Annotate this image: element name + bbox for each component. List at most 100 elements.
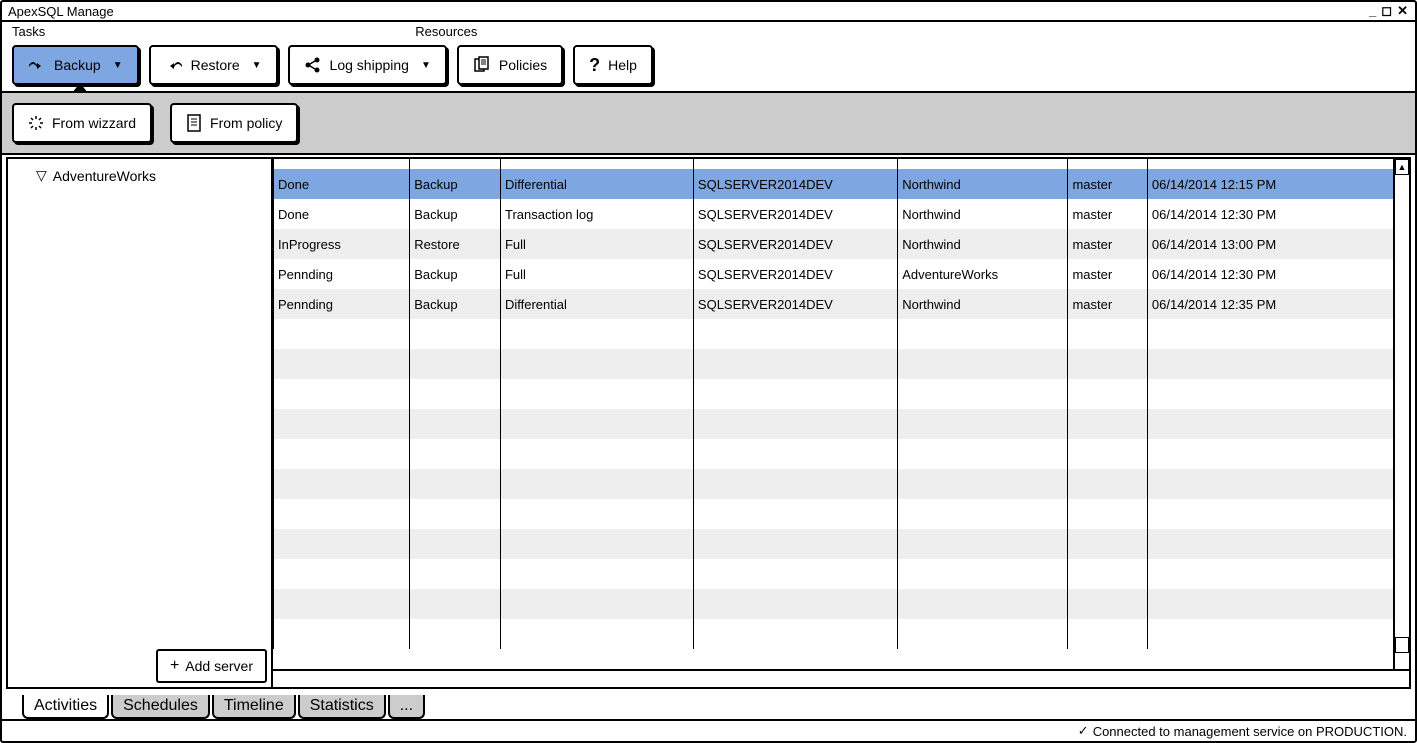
tab-timeline[interactable]: Timeline	[212, 695, 296, 719]
cell: Backup	[410, 169, 501, 199]
column-header[interactable]	[410, 159, 501, 169]
cell: Northwind	[898, 289, 1068, 319]
cell: Done	[274, 199, 410, 229]
maximize-button[interactable]: ◻	[1381, 3, 1393, 19]
log-shipping-label: Log shipping	[330, 57, 409, 73]
cell: 06/14/2014 12:15 PM	[1147, 169, 1408, 199]
minimize-button[interactable]: _	[1369, 3, 1377, 19]
add-server-button[interactable]: + Add server	[156, 649, 267, 683]
restore-button[interactable]: Restore ▼	[149, 45, 278, 85]
sub-ribbon: From wizzard From policy	[2, 91, 1415, 155]
tree-item-adventureworks[interactable]: ▽ AdventureWorks	[16, 165, 263, 186]
scroll-thumb[interactable]	[1395, 637, 1409, 653]
cell: SQLSERVER2014DEV	[693, 199, 897, 229]
cell: Differential	[500, 169, 693, 199]
log-shipping-button[interactable]: Log shipping ▼	[288, 45, 447, 85]
table-row-empty	[274, 469, 1409, 499]
cell: Backup	[410, 199, 501, 229]
table-row-empty	[274, 379, 1409, 409]
table-row-empty	[274, 439, 1409, 469]
column-header[interactable]	[1147, 159, 1408, 169]
table-row-empty	[274, 409, 1409, 439]
tab-activities[interactable]: Activities	[22, 695, 109, 719]
scroll-up-icon[interactable]: ▲	[1395, 159, 1409, 175]
documents-icon	[473, 56, 491, 74]
cell: Northwind	[898, 169, 1068, 199]
horizontal-scrollbar[interactable]	[273, 669, 1409, 687]
cell: SQLSERVER2014DEV	[693, 229, 897, 259]
plus-icon: +	[170, 657, 179, 675]
cell: Transaction log	[500, 199, 693, 229]
cell: 06/14/2014 12:35 PM	[1147, 289, 1408, 319]
cell: master	[1068, 259, 1147, 289]
backup-button[interactable]: Backup ▼	[12, 45, 139, 85]
close-button[interactable]: ✕	[1397, 3, 1409, 19]
table-row[interactable]: DoneBackupDifferentialSQLSERVER2014DEVNo…	[274, 169, 1409, 199]
status-text: Connected to management service on PRODU…	[1093, 724, 1407, 739]
table-row-empty	[274, 559, 1409, 589]
tab-statistics[interactable]: Statistics	[298, 695, 386, 719]
table-row-empty	[274, 529, 1409, 559]
cell: Pennding	[274, 259, 410, 289]
help-button[interactable]: ? Help	[573, 45, 653, 85]
dropdown-caret-icon: ▼	[113, 60, 123, 71]
help-icon: ?	[589, 55, 600, 76]
column-header[interactable]	[898, 159, 1068, 169]
table-row-empty	[274, 349, 1409, 379]
restore-icon	[165, 58, 183, 72]
column-header[interactable]	[274, 159, 410, 169]
table-row[interactable]: DoneBackupTransaction logSQLSERVER2014DE…	[274, 199, 1409, 229]
restore-label: Restore	[191, 57, 240, 73]
titlebar: ApexSQL Manage _ ◻ ✕	[2, 2, 1415, 22]
vertical-scrollbar[interactable]: ▲	[1393, 159, 1409, 669]
from-wizard-label: From wizzard	[52, 115, 136, 131]
dropdown-caret-icon: ▼	[252, 60, 262, 71]
expand-caret-icon[interactable]: ▽	[36, 167, 47, 184]
tree-view[interactable]: ▽ AdventureWorks	[8, 159, 271, 645]
add-server-label: Add server	[185, 658, 253, 674]
ribbon-group-labels: Tasks Resources	[2, 22, 1415, 39]
help-label: Help	[608, 57, 637, 73]
table-row[interactable]: InProgressRestoreFullSQLSERVER2014DEVNor…	[274, 229, 1409, 259]
data-grid[interactable]: DoneBackupDifferentialSQLSERVER2014DEVNo…	[273, 159, 1409, 687]
tab-schedules[interactable]: Schedules	[111, 695, 210, 719]
cell: SQLSERVER2014DEV	[693, 289, 897, 319]
cell: SQLSERVER2014DEV	[693, 169, 897, 199]
document-icon	[186, 114, 202, 132]
spinner-icon	[28, 115, 44, 131]
table-row[interactable]: PenndingBackupDifferentialSQLSERVER2014D…	[274, 289, 1409, 319]
cell: Backup	[410, 289, 501, 319]
from-wizard-button[interactable]: From wizzard	[12, 103, 152, 143]
ribbon-label-tasks: Tasks	[12, 24, 45, 39]
share-icon	[304, 57, 322, 73]
status-bar: ✓ Connected to management service on PRO…	[2, 719, 1415, 741]
column-header[interactable]	[500, 159, 693, 169]
from-policy-label: From policy	[210, 115, 282, 131]
from-policy-button[interactable]: From policy	[170, 103, 298, 143]
dropdown-caret-icon: ▼	[421, 60, 431, 71]
window-title: ApexSQL Manage	[8, 4, 114, 19]
policies-button[interactable]: Policies	[457, 45, 563, 85]
cell: Backup	[410, 259, 501, 289]
cell: 06/14/2014 13:00 PM	[1147, 229, 1408, 259]
table-row-empty	[274, 619, 1409, 649]
cell: master	[1068, 289, 1147, 319]
table-row[interactable]: PenndingBackupFullSQLSERVER2014DEVAdvent…	[274, 259, 1409, 289]
grid-table[interactable]: DoneBackupDifferentialSQLSERVER2014DEVNo…	[273, 159, 1409, 649]
cell: Northwind	[898, 229, 1068, 259]
tab-[interactable]: ...	[388, 695, 425, 719]
column-header[interactable]	[1068, 159, 1147, 169]
column-header[interactable]	[693, 159, 897, 169]
cell: 06/14/2014 12:30 PM	[1147, 259, 1408, 289]
backup-label: Backup	[54, 57, 101, 73]
cell: Pennding	[274, 289, 410, 319]
cell: InProgress	[274, 229, 410, 259]
cell: Full	[500, 229, 693, 259]
cell: Northwind	[898, 199, 1068, 229]
cell: master	[1068, 169, 1147, 199]
sidebar: ▽ AdventureWorks + Add server	[8, 159, 273, 687]
cell: Done	[274, 169, 410, 199]
backup-icon	[28, 58, 46, 72]
tree-item-label: AdventureWorks	[53, 168, 156, 184]
content-area: ▽ AdventureWorks + Add server DoneBackup…	[6, 157, 1411, 689]
